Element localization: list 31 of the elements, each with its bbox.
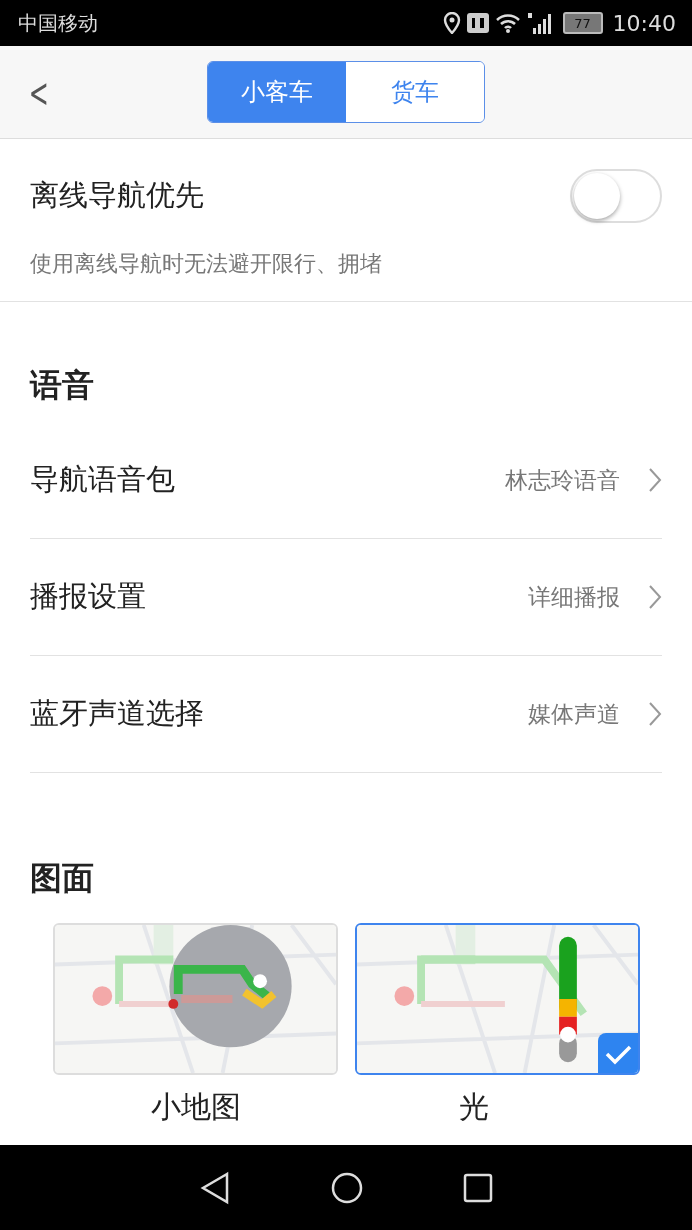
check-icon <box>598 1033 638 1073</box>
chevron-icon <box>648 701 662 727</box>
clock: 10:40 <box>612 10 676 36</box>
row-label: 导航语音包 <box>30 461 176 498</box>
settings-row[interactable]: 导航语音包 林志玲语音 <box>30 422 662 539</box>
settings-row[interactable]: 播报设置 详细播报 <box>30 539 662 656</box>
vehicle-tab[interactable]: 小客车 <box>208 62 346 122</box>
battery-icon: 77 <box>562 12 603 34</box>
row-label: 播报设置 <box>30 578 147 615</box>
signal-icon <box>526 12 553 34</box>
recents-nav-icon[interactable] <box>462 1172 493 1203</box>
row-value: 详细播报 <box>528 582 620 612</box>
row-label: 蓝牙声道选择 <box>30 695 205 732</box>
option-label: 光 <box>459 1088 489 1126</box>
row-value: 媒体声道 <box>528 699 620 729</box>
chevron-icon <box>648 467 662 493</box>
chevron-icon <box>648 584 662 610</box>
setting-description: 使用离线导航时无法避开限行、拥堵 <box>30 250 383 278</box>
row-value: 林志玲语音 <box>505 465 620 495</box>
option-label: 小地图 <box>150 1088 241 1126</box>
setting-label: 离线导航优先 <box>30 177 204 214</box>
section-heading: 语音 <box>28 365 95 406</box>
wifi-icon <box>494 12 521 34</box>
carrier-name: 中国移动 <box>18 9 98 37</box>
vehicle-tab[interactable]: 货车 <box>346 62 484 122</box>
section-heading: 图面 <box>29 858 95 899</box>
settings-row[interactable]: 蓝牙声道选择 媒体声道 <box>30 656 662 773</box>
location-icon <box>442 12 461 34</box>
home-nav-icon[interactable] <box>330 1170 364 1205</box>
toggle-switch[interactable] <box>570 169 662 223</box>
back-button[interactable]: < <box>28 70 49 116</box>
